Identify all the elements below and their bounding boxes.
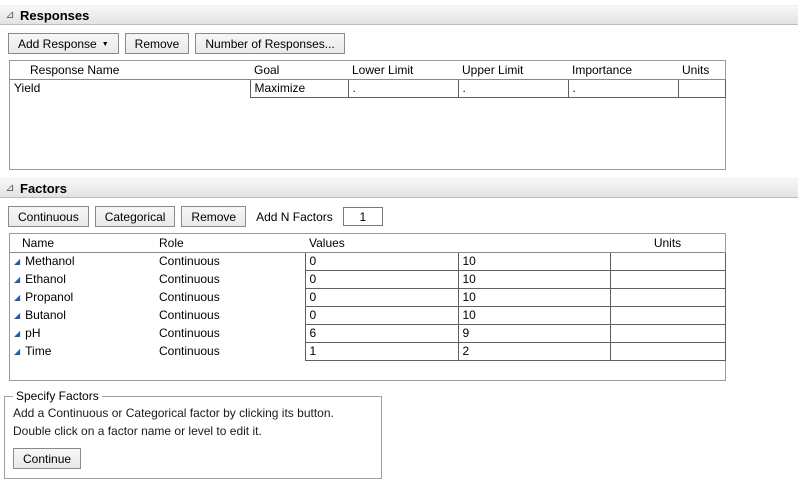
factor-low-value-cell[interactable]: 0 — [305, 270, 458, 288]
factor-low-value-cell[interactable]: 6 — [305, 324, 458, 342]
column-header-role: Role — [155, 234, 305, 252]
factors-table-header: Name Role Values Units — [10, 234, 725, 252]
factors-header: ⊿ Factors — [0, 178, 798, 198]
factor-role-cell[interactable]: Continuous — [155, 288, 305, 306]
add-n-factors-input[interactable] — [343, 207, 383, 226]
response-units-cell[interactable] — [678, 79, 725, 97]
factor-role-cell[interactable]: Continuous — [155, 324, 305, 342]
factor-units-cell[interactable] — [610, 342, 725, 360]
factor-low-value-cell[interactable]: 0 — [305, 252, 458, 270]
response-importance-cell[interactable]: . — [568, 79, 678, 97]
response-name-cell[interactable]: Yield — [10, 79, 250, 97]
responses-header: ⊿ Responses — [0, 5, 798, 25]
factor-name: Butanol — [25, 308, 66, 322]
factor-units-cell[interactable] — [610, 288, 725, 306]
factor-high-value-cell[interactable]: 10 — [458, 252, 610, 270]
factor-high-value-cell[interactable]: 10 — [458, 270, 610, 288]
factor-name: Methanol — [25, 254, 74, 268]
add-n-factors-label: Add N Factors — [256, 210, 333, 224]
factor-units-cell[interactable] — [610, 306, 725, 324]
factor-name: Propanol — [25, 290, 73, 304]
column-header-upper-limit: Upper Limit — [458, 61, 568, 79]
continue-button[interactable]: Continue — [13, 448, 81, 469]
factor-units-cell[interactable] — [610, 324, 725, 342]
responses-title: Responses — [20, 8, 89, 23]
specify-factors-legend: Specify Factors — [13, 389, 102, 403]
factor-row: ◢ pH Continuous 6 9 — [10, 324, 725, 342]
factor-role-cell[interactable]: Continuous — [155, 270, 305, 288]
continuous-factor-icon: ◢ — [14, 347, 20, 356]
factor-low-value-cell[interactable]: 1 — [305, 342, 458, 360]
factor-row: ◢ Propanol Continuous 0 10 — [10, 288, 725, 306]
factor-name: Ethanol — [25, 272, 66, 286]
factor-high-value-cell[interactable]: 9 — [458, 324, 610, 342]
disclosure-triangle-icon[interactable]: ⊿ — [4, 10, 16, 21]
responses-table-header: Response Name Goal Lower Limit Upper Lim… — [10, 61, 725, 79]
factor-high-value-cell[interactable]: 2 — [458, 342, 610, 360]
column-header-response-name: Response Name — [10, 61, 250, 79]
column-header-goal: Goal — [250, 61, 348, 79]
column-header-lower-limit: Lower Limit — [348, 61, 458, 79]
factor-low-value-cell[interactable]: 0 — [305, 288, 458, 306]
factor-name-cell[interactable]: ◢ Methanol — [10, 252, 155, 270]
section-gap — [0, 170, 798, 178]
factor-row: ◢ Time Continuous 1 2 — [10, 342, 725, 360]
continuous-factor-icon: ◢ — [14, 293, 20, 302]
factor-units-cell[interactable] — [610, 252, 725, 270]
add-response-button[interactable]: Add Response ▼ — [8, 33, 119, 54]
factor-name-cell[interactable]: ◢ Time — [10, 342, 155, 360]
factor-role-cell[interactable]: Continuous — [155, 342, 305, 360]
factors-title: Factors — [20, 181, 67, 196]
response-goal-cell[interactable]: Maximize — [250, 79, 348, 97]
column-header-values-spacer — [458, 234, 610, 252]
column-header-units: Units — [678, 61, 725, 79]
factor-units-cell[interactable] — [610, 270, 725, 288]
factor-name-cell[interactable]: ◢ pH — [10, 324, 155, 342]
column-header-importance: Importance — [568, 61, 678, 79]
continuous-factor-icon: ◢ — [14, 257, 20, 266]
responses-toolbar: Add Response ▼ Remove Number of Response… — [0, 25, 798, 60]
column-header-units: Units — [610, 234, 725, 252]
factors-table: Name Role Values Units ◢ Methanol Continu… — [9, 233, 726, 381]
specify-factors-instruction-2: Double click on a factor name or level t… — [13, 422, 371, 440]
factor-row: ◢ Ethanol Continuous 0 10 — [10, 270, 725, 288]
number-of-responses-button[interactable]: Number of Responses... — [195, 33, 344, 54]
continuous-button[interactable]: Continuous — [8, 206, 89, 227]
response-row: Yield Maximize . . . — [10, 79, 725, 97]
factor-high-value-cell[interactable]: 10 — [458, 288, 610, 306]
continuous-factor-icon: ◢ — [14, 329, 20, 338]
remove-response-button[interactable]: Remove — [125, 33, 190, 54]
continuous-factor-icon: ◢ — [14, 311, 20, 320]
factor-name: Time — [25, 344, 51, 358]
response-upper-limit-cell[interactable]: . — [458, 79, 568, 97]
responses-table: Response Name Goal Lower Limit Upper Lim… — [9, 60, 726, 170]
response-lower-limit-cell[interactable]: . — [348, 79, 458, 97]
add-response-label: Add Response — [18, 37, 97, 51]
factor-high-value-cell[interactable]: 10 — [458, 306, 610, 324]
factor-role-cell[interactable]: Continuous — [155, 252, 305, 270]
categorical-button[interactable]: Categorical — [95, 206, 176, 227]
factor-row: ◢ Butanol Continuous 0 10 — [10, 306, 725, 324]
dropdown-arrow-icon: ▼ — [102, 41, 109, 48]
column-header-name: Name — [10, 234, 155, 252]
column-header-values: Values — [305, 234, 458, 252]
specify-factors-groupbox: Specify Factors Add a Continuous or Cate… — [4, 389, 382, 479]
factor-low-value-cell[interactable]: 0 — [305, 306, 458, 324]
factor-name-cell[interactable]: ◢ Ethanol — [10, 270, 155, 288]
factor-row: ◢ Methanol Continuous 0 10 — [10, 252, 725, 270]
factors-toolbar: Continuous Categorical Remove Add N Fact… — [0, 198, 798, 233]
responses-panel: ⊿ Responses Add Response ▼ Remove Number… — [0, 5, 798, 170]
factor-name: pH — [25, 326, 40, 340]
factor-name-cell[interactable]: ◢ Butanol — [10, 306, 155, 324]
factors-panel: ⊿ Factors Continuous Categorical Remove … — [0, 178, 798, 479]
factor-name-cell[interactable]: ◢ Propanol — [10, 288, 155, 306]
factor-role-cell[interactable]: Continuous — [155, 306, 305, 324]
specify-factors-instruction-1: Add a Continuous or Categorical factor b… — [13, 404, 371, 422]
remove-factor-button[interactable]: Remove — [181, 206, 246, 227]
disclosure-triangle-icon[interactable]: ⊿ — [4, 183, 16, 194]
continuous-factor-icon: ◢ — [14, 275, 20, 284]
